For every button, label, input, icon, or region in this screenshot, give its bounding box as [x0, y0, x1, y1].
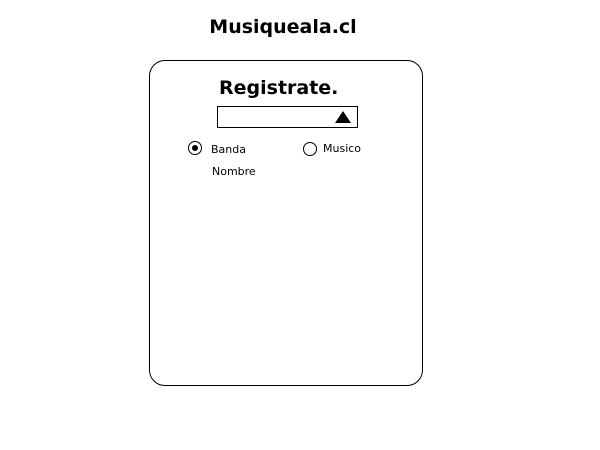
banda-label[interactable]: Banda — [211, 143, 246, 156]
triangle-up-icon[interactable] — [335, 111, 351, 123]
radio-selected-dot — [192, 145, 198, 151]
musico-radio[interactable] — [303, 142, 317, 156]
nombre-label: Nombre — [212, 165, 256, 178]
musico-label[interactable]: Musico — [323, 142, 361, 155]
type-dropdown[interactable] — [217, 106, 358, 128]
form-heading: Registrate. — [219, 77, 339, 99]
page: Musiqueala.cl Registrate. Banda Musico N… — [0, 0, 600, 450]
site-title: Musiqueala.cl — [209, 16, 357, 38]
banda-radio[interactable] — [188, 141, 202, 155]
